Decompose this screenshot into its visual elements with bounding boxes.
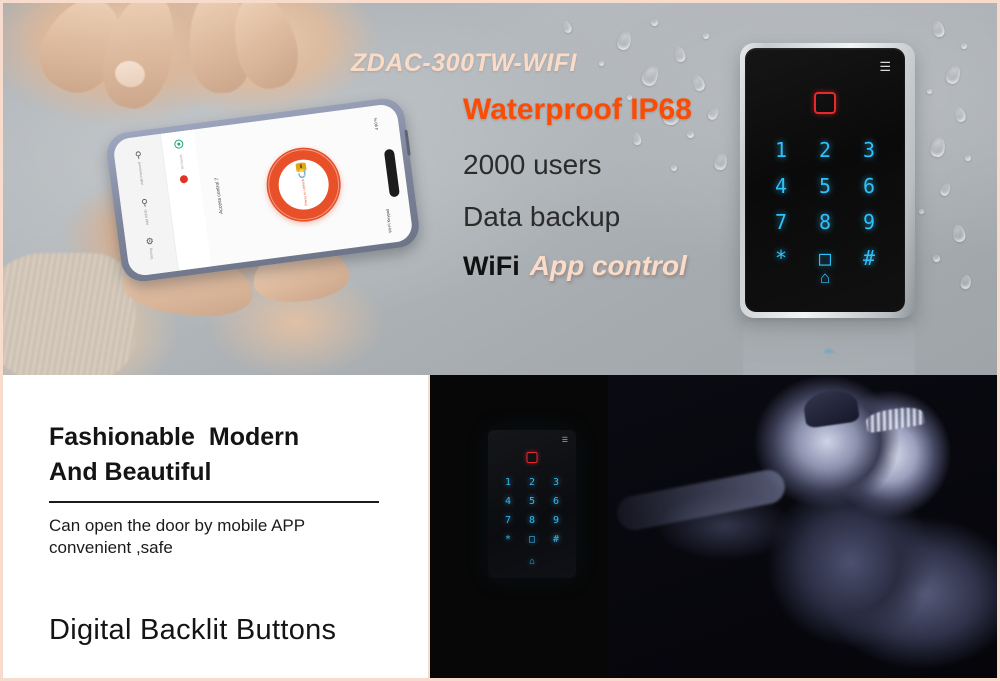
app-main-area: Access control 7 Press to Unlock 🔓 4 90 … [194,103,414,266]
keypad-grid: 1 2 3 4 5 6 7 8 9 * □ # [496,478,568,545]
headline-and-beautiful: And Beautiful [49,458,212,486]
key-hash[interactable]: # [863,248,875,268]
sidebar-item-label: Setting [148,248,155,260]
wifi-icon: ☰ [561,437,568,444]
claim-digital-backlit-buttons: Digital Backlit Buttons [49,614,337,647]
hero-panel: ⚲ Add Password ⚲ Add RFID ⚙ Setting No D… [3,3,997,375]
gear-icon: ⚙ [145,235,155,247]
subtext-line-1: Can open the door by mobile APP [49,515,306,535]
headline-fashionable: Fashionable [49,423,195,451]
key-6[interactable]: 6 [863,176,875,196]
key-2[interactable]: 2 [819,140,831,160]
card-reader-icon[interactable] [526,452,538,463]
keypad-device: ☰ 1 2 3 4 5 6 7 8 9 * □ # ⌂ [740,43,915,318]
keypad-face: ☰ 1 2 3 4 5 6 7 8 9 * □ # ⌂ [745,48,905,312]
bell-icon-reflection: ☂ [822,346,836,363]
headline-row: Fashionable Modern [49,423,428,452]
feature-users: 2000 users [463,149,602,180]
wifi-label: WiFi [463,251,520,281]
unlock-button[interactable]: Press to Unlock 🔓 [262,143,346,227]
bell-icon[interactable]: ⌂ [820,269,830,286]
feature-data-backup: Data backup [463,201,621,232]
key-hash[interactable]: # [553,535,559,545]
night-scene-panel: ☰ 1 2 3 4 5 6 7 8 9 * □ # ⌂ [428,375,997,678]
divider [49,501,379,503]
key-2[interactable]: 2 [529,478,535,488]
night-couple-photo [608,375,997,678]
key-star[interactable]: * [505,535,511,545]
key-4[interactable]: 4 [505,497,511,507]
sidebar-item-add-password[interactable]: ⚲ Add Password [134,150,146,186]
key-8[interactable]: 8 [529,516,535,526]
model-number: ZDAC-300TW-WIFI [351,49,577,77]
fingerprint-icon: ⚲ [140,196,149,208]
sidebar-item-label: Add Password [137,162,145,186]
unlock-padlock-icon: 🔓 [292,161,312,180]
key-3[interactable]: 3 [553,478,559,488]
app-control-label: App control [529,250,687,281]
key-icon: ⚲ [134,150,143,161]
key-6[interactable]: 6 [553,497,559,507]
subtext-line-2: convenient ,safe [49,538,173,558]
feature-waterproof: Waterproof IP68 [463,93,692,126]
key-5[interactable]: 5 [819,176,831,196]
page-title: Access control 7 [214,177,225,215]
key-4[interactable]: 4 [775,176,787,196]
card-reader-icon[interactable] [814,92,836,114]
keypad-grid: 1 2 3 4 5 6 7 8 9 * □ # [759,140,891,268]
key-9[interactable]: 9 [553,516,559,526]
key-square[interactable]: □ [819,248,831,268]
feature-text-panel: Fashionable Modern And Beautiful Can ope… [3,375,428,678]
online-status-icon [173,139,184,150]
sweater-sleeve [3,253,135,375]
keypad-device-backlit: ☰ 1 2 3 4 5 6 7 8 9 * □ # ⌂ [488,430,576,578]
key-1[interactable]: 1 [505,478,511,488]
product-marketing-image: ⚲ Add Password ⚲ Add RFID ⚙ Setting No D… [0,0,1000,681]
status-offline-label: No Disturb [178,154,185,170]
wifi-network-label: Wi-Fi Keypad [384,208,393,234]
key-5[interactable]: 5 [529,497,535,507]
outstretched-arm [614,467,788,533]
key-star[interactable]: * [775,248,787,268]
womans-striped-hat [864,404,926,434]
key-7[interactable]: 7 [775,212,787,232]
feature-wifi-app-control: WiFi App control [463,250,687,282]
unlock-button-inner: Press to Unlock 🔓 [275,156,332,213]
keypad-reflection: ☂ [743,321,915,375]
sidebar-item-label: Add RFID [143,208,150,225]
key-1[interactable]: 1 [775,140,787,160]
sidebar-item-setting[interactable]: ⚙ Setting [145,235,156,260]
unlock-button-label: Press to Unlock [300,179,309,207]
wifi-icon: ☰ [879,59,891,74]
key-3[interactable]: 3 [863,140,875,160]
phone-screen[interactable]: ⚲ Add Password ⚲ Add RFID ⚙ Setting No D… [112,102,414,278]
key-square[interactable]: □ [529,535,535,545]
key-7[interactable]: 7 [505,516,511,526]
key-8[interactable]: 8 [819,212,831,232]
key-9[interactable]: 9 [863,212,875,232]
bell-icon[interactable]: ⌂ [529,556,534,566]
headline-modern: Modern [208,423,300,451]
mans-hat [801,387,861,429]
battery-label: 4 90 % [372,117,380,131]
do-not-disturb-icon[interactable] [178,174,188,184]
sidebar-item-add-rfid[interactable]: ⚲ Add RFID [140,196,151,225]
